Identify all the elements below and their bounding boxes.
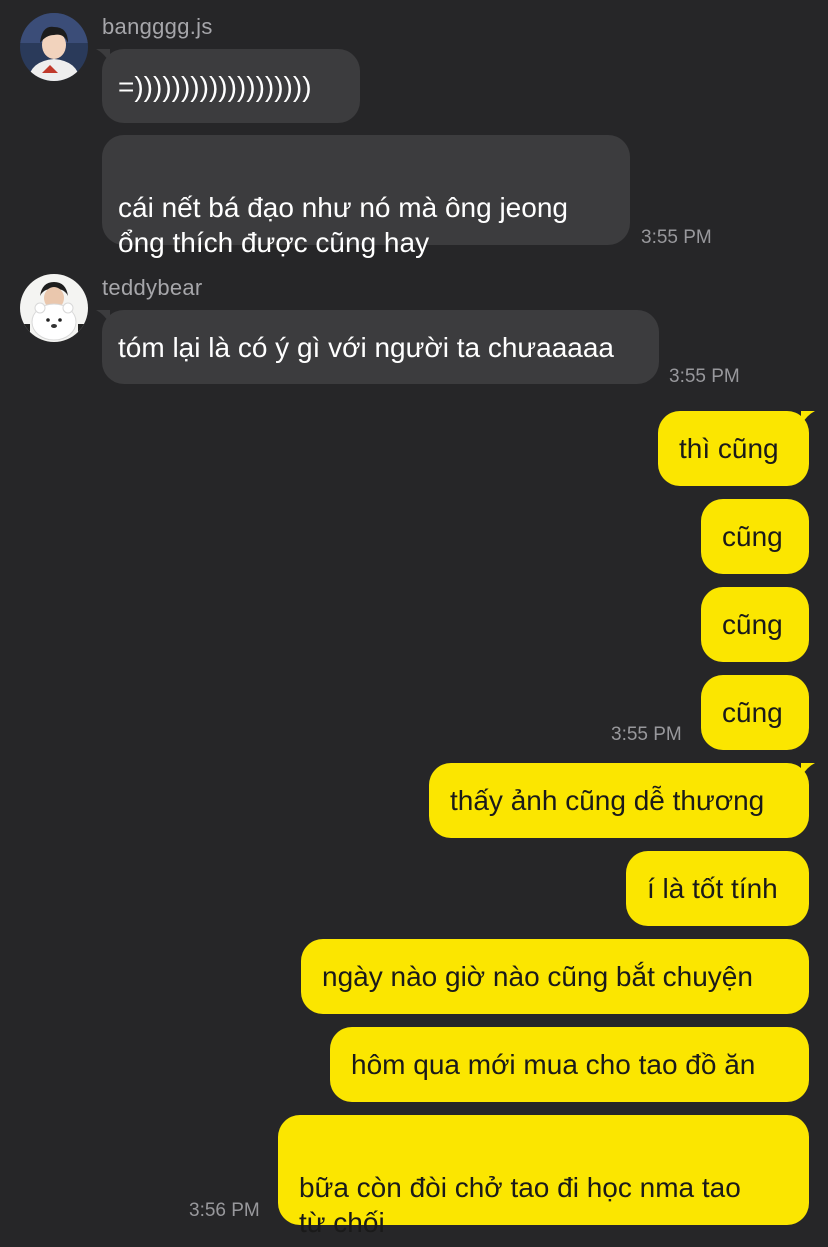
incoming-message[interactable]: tóm lại là có ý gì với người ta chưaaaaa bbox=[96, 310, 659, 384]
message-text: cũng bbox=[722, 521, 783, 552]
message-text: thì cũng bbox=[679, 433, 779, 464]
outgoing-message[interactable]: bữa còn đòi chở tao đi học nma tao từ ch… bbox=[278, 1115, 809, 1238]
message-text: í là tốt tính bbox=[647, 873, 778, 904]
message-text: =))))))))))))))))))) bbox=[118, 71, 312, 102]
message-text: cũng bbox=[722, 697, 783, 728]
bubble-tail-icon bbox=[801, 763, 815, 777]
message-text: ngày nào giờ nào cũng bắt chuyện bbox=[322, 961, 753, 992]
outgoing-message[interactable]: cũng bbox=[701, 587, 809, 662]
message-timestamp: 3:55 PM bbox=[611, 724, 682, 745]
message-text: cũng bbox=[722, 609, 783, 640]
message-timestamp: 3:56 PM bbox=[189, 1200, 260, 1221]
outgoing-message[interactable]: í là tốt tính bbox=[626, 851, 809, 926]
incoming-message[interactable]: cái nết bá đạo như nó mà ông jeong ổng t… bbox=[102, 135, 630, 258]
outgoing-message[interactable]: ngày nào giờ nào cũng bắt chuyện bbox=[301, 939, 809, 1014]
incoming-message[interactable]: =))))))))))))))))))) bbox=[96, 49, 360, 123]
outgoing-message[interactable]: thấy ảnh cũng dễ thương bbox=[429, 763, 815, 838]
avatar-bangggg[interactable] bbox=[20, 13, 88, 81]
sender-name: bangggg.js bbox=[102, 14, 213, 39]
outgoing-message[interactable]: cũng bbox=[701, 499, 809, 574]
outgoing-message[interactable]: hôm qua mới mua cho tao đồ ăn bbox=[330, 1027, 809, 1102]
message-text: hôm qua mới mua cho tao đồ ăn bbox=[351, 1049, 756, 1080]
message-text: cái nết bá đạo như nó mà ông jeong ổng t… bbox=[118, 192, 568, 258]
message-timestamp: 3:55 PM bbox=[641, 227, 712, 248]
avatar-teddybear[interactable] bbox=[20, 274, 88, 342]
bubble-tail-icon bbox=[96, 310, 110, 324]
message-text: bữa còn đòi chở tao đi học nma tao từ ch… bbox=[299, 1172, 741, 1238]
outgoing-message[interactable]: thì cũng bbox=[658, 411, 815, 486]
bubble-tail-icon bbox=[96, 49, 110, 63]
sender-name: teddybear bbox=[102, 275, 203, 300]
bubble-tail-icon bbox=[801, 411, 815, 425]
message-text: thấy ảnh cũng dễ thương bbox=[450, 785, 765, 816]
message-text: tóm lại là có ý gì với người ta chưaaaaa bbox=[118, 332, 615, 363]
outgoing-message[interactable]: cũng bbox=[701, 675, 809, 750]
message-timestamp: 3:55 PM bbox=[669, 366, 740, 387]
